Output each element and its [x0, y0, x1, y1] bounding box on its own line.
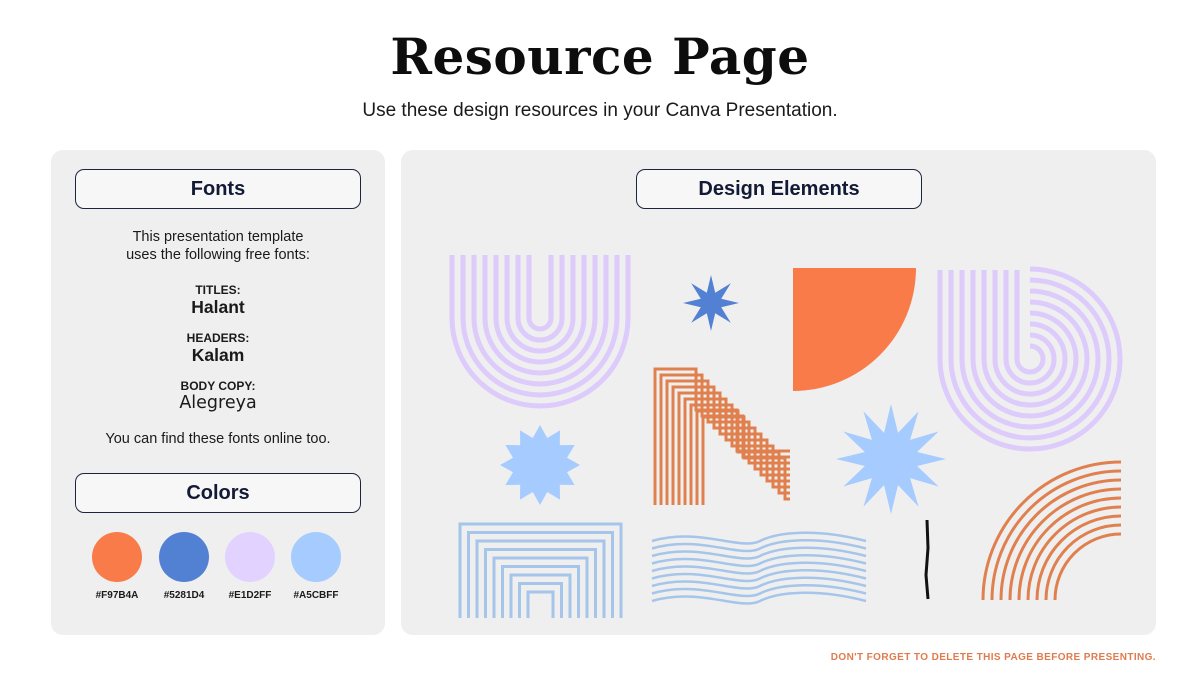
- orange-arc-lines: [981, 460, 1122, 601]
- lavender-arch-lines: [449, 255, 631, 409]
- blue-wave-lines: [651, 531, 867, 605]
- orange-quarter-circle: [793, 268, 916, 391]
- lavender-b-lines: [937, 266, 1123, 452]
- delete-page-reminder: DON'T FORGET TO DELETE THIS PAGE BEFORE …: [830, 652, 1156, 663]
- blue-star-small: [683, 275, 739, 331]
- orange-step-lines: [653, 367, 790, 505]
- design-elements-art: [449, 255, 1123, 618]
- light-blue-burst-left: [500, 425, 580, 505]
- light-blue-burst-right: [836, 404, 946, 514]
- black-vertical-line: [924, 519, 930, 600]
- blue-nested-arch-lines: [458, 522, 623, 618]
